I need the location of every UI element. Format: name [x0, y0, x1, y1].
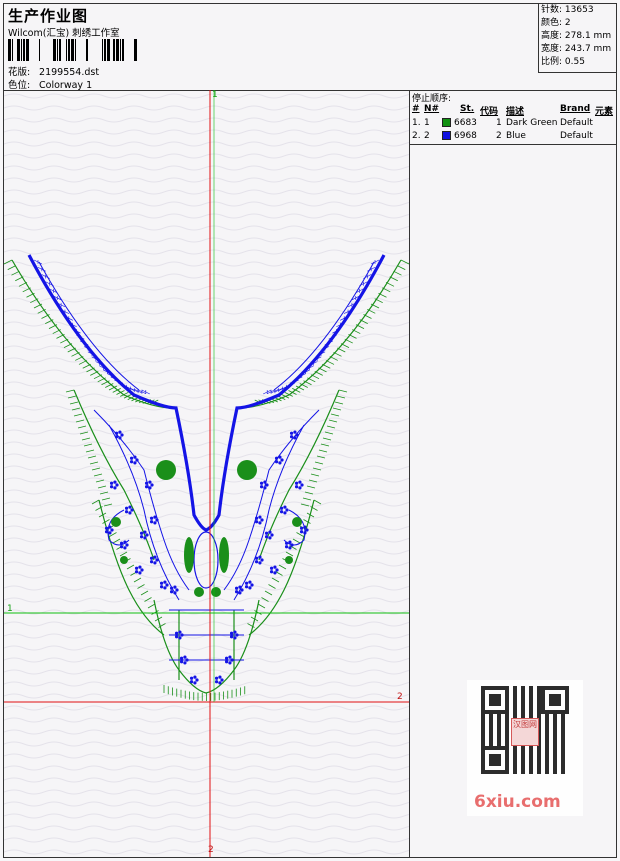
axis-label-right: 2	[397, 692, 403, 702]
stat-width: 宽度: 243.7 mm	[541, 44, 612, 54]
embroidery-design	[4, 90, 409, 857]
color-swatch-blue	[442, 131, 451, 140]
stat-colors: 颜色: 2	[541, 18, 571, 28]
col-header-description: 描述	[506, 107, 525, 117]
design-stats: 针数: 13653 颜色: 2 高度: 278.1 mm 宽度: 243.7 m…	[538, 4, 617, 73]
stamp-logo: 汉图网	[511, 718, 539, 746]
colorway-line: 色位: Colorway 1	[8, 77, 92, 91]
barcode-image	[8, 39, 137, 61]
stat-stitches: 针数: 13653	[541, 5, 594, 15]
col-header-code: 代码	[480, 107, 499, 117]
stop-row: 2. 2 6968 2 Blue Default	[412, 131, 593, 141]
axis-label-bottom: 2	[208, 845, 214, 855]
stop-sequence-panel: 停止顺序: # N# St. 代码 描述 Brand 元素 1. 1 6683 …	[410, 90, 616, 145]
worksheet-title: 生产作业图	[8, 7, 89, 25]
design-file-line: 花版: 2199554.dst	[8, 64, 99, 78]
design-label: 花版:	[8, 67, 31, 78]
col-header-stitches: St.	[460, 104, 475, 114]
watermark-text: 6xiu.com	[474, 792, 561, 812]
axis-label-left: 1	[7, 604, 13, 614]
worksheet-header: 生产作业图 Wilcom(汇宝) 刺绣工作室 花版: 2199554.dst 色…	[4, 4, 617, 91]
col-header-brand: Brand	[560, 104, 591, 114]
col-header-index: #	[412, 104, 420, 114]
color-swatch-green	[442, 118, 451, 127]
stop-sequence-title: 停止顺序:	[412, 94, 452, 104]
colorway-label: 色位:	[8, 80, 31, 91]
design-canvas: 1 1 2 2	[4, 90, 410, 857]
col-header-n: N#	[424, 104, 440, 114]
axis-label-top: 1	[212, 90, 218, 100]
stop-row: 1. 1 6683 1 Dark Green Default	[412, 118, 593, 128]
stat-scale: 比例: 0.55	[541, 57, 585, 67]
company-name: Wilcom(汇宝) 刺绣工作室	[8, 28, 120, 39]
col-header-element: 元素	[595, 107, 614, 117]
stat-height: 高度: 278.1 mm	[541, 31, 612, 41]
